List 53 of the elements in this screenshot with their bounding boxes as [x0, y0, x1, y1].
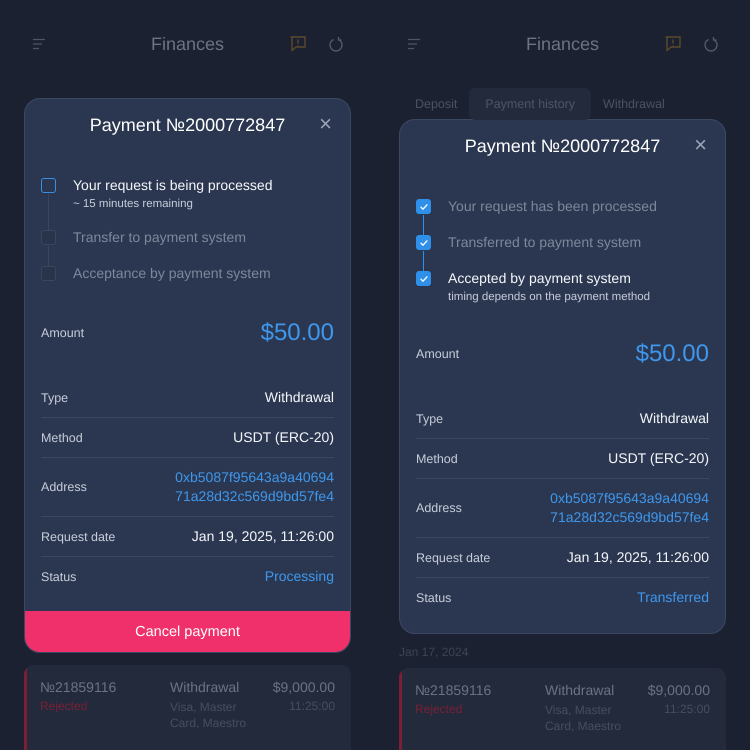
step-label: Your request is being processed	[73, 177, 272, 194]
detail-link[interactable]: 0xb5087f95643a9a40694 71a28d32c569d9bd57fe4	[550, 489, 709, 527]
detail-link[interactable]: Transferred	[637, 588, 709, 607]
close-button[interactable]: ×	[690, 133, 711, 157]
detail-link[interactable]: 0xb5087f95643a9a40694 71a28d32c569d9bd57fe4	[175, 468, 334, 506]
step-label: Transferred to payment system	[448, 234, 642, 251]
detail-label: Address	[416, 501, 462, 515]
amount-label: Amount	[41, 326, 84, 340]
step-note: ~ 15 minutes remaining	[73, 198, 194, 210]
detail-value: Jan 19, 2025, 11:26:00	[192, 527, 334, 546]
amount-value: $50.00	[260, 319, 334, 347]
detail-label: Type	[416, 412, 444, 426]
detail-value: USDT (ERC-20)	[233, 428, 334, 447]
detail-value: Jan 19, 2025, 11:26:00	[566, 548, 709, 567]
detail-link[interactable]: Processing	[264, 567, 334, 586]
detail-label: Type	[41, 390, 68, 404]
detail-label: Address	[41, 480, 87, 494]
chat-alert-icon[interactable]	[664, 35, 682, 53]
step-label: Accepted by payment system	[448, 270, 632, 287]
step-note: timing depends on the payment method	[448, 291, 650, 303]
step-label: Transfer to payment system	[73, 229, 246, 246]
step-label: Acceptance by payment system	[73, 265, 271, 282]
refresh-icon[interactable]	[329, 36, 343, 52]
transaction-amount: $9,000.00	[648, 682, 710, 698]
detail-value: Withdrawal	[264, 388, 334, 407]
detail-label: Status	[416, 590, 452, 604]
transaction-number: №21859116	[415, 682, 492, 698]
transaction-amount: $9,000.00	[272, 679, 335, 695]
transaction-status: Rejected	[40, 699, 88, 713]
detail-label: Method	[41, 430, 83, 444]
chat-alert-icon[interactable]	[289, 35, 307, 53]
detail-value: Withdrawal	[640, 409, 709, 428]
amount-value: $50.00	[636, 340, 709, 368]
transaction-type: Withdrawal	[545, 682, 616, 698]
amount-label: Amount	[416, 347, 460, 361]
cancel-payment-button[interactable]: Cancel payment	[25, 611, 350, 652]
detail-label: Request date	[416, 550, 490, 564]
menu-icon[interactable]	[32, 38, 46, 50]
dialog-title: Payment №2000772847	[90, 114, 286, 136]
transaction-status: Rejected	[415, 702, 464, 716]
detail-label: Request date	[41, 530, 116, 544]
menu-icon[interactable]	[407, 38, 421, 50]
close-button[interactable]: ×	[315, 112, 336, 136]
transaction-type: Withdrawal	[170, 679, 240, 695]
screen-title: Finances	[526, 34, 600, 54]
transaction-number: №21859116	[40, 679, 118, 695]
refresh-icon[interactable]	[704, 36, 718, 52]
detail-label: Method	[416, 452, 458, 466]
screen-title: Finances	[150, 34, 224, 54]
step-label: Your request has been processed	[448, 198, 657, 215]
detail-label: Status	[41, 570, 76, 584]
dialog-title: Payment №2000772847	[464, 136, 660, 156]
detail-value: USDT (ERC-20)	[608, 449, 709, 468]
